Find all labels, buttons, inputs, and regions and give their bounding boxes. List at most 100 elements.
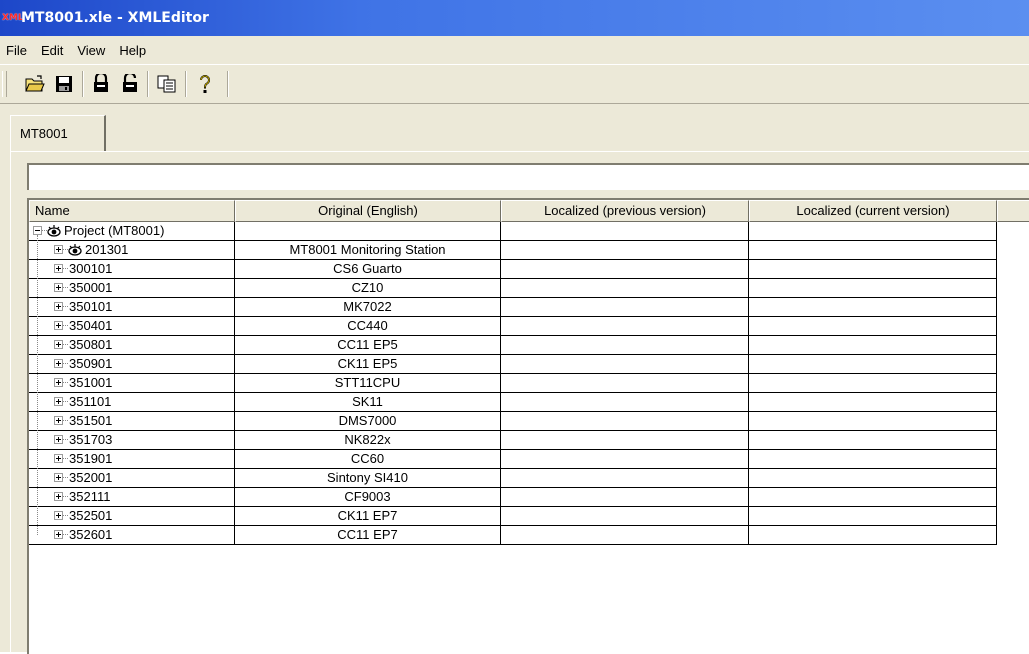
expand-toggle-icon[interactable] — [54, 264, 63, 273]
cell-localized-previous[interactable] — [501, 355, 749, 374]
menu-edit[interactable]: Edit — [34, 43, 70, 58]
cell-name: 351703 — [29, 431, 235, 450]
cell-localized-current[interactable] — [749, 488, 997, 507]
node-label: 351703 — [69, 432, 113, 447]
column-header-localized-previous[interactable]: Localized (previous version) — [501, 200, 749, 222]
column-header-name[interactable]: Name — [29, 200, 235, 222]
cell-original: CK11 EP5 — [235, 355, 501, 374]
export-button[interactable] — [118, 73, 142, 95]
tab-mt8001[interactable]: MT8001 — [10, 115, 106, 151]
expand-toggle-icon[interactable] — [54, 416, 63, 425]
cell-localized-previous[interactable] — [501, 298, 749, 317]
expand-toggle-icon[interactable] — [54, 492, 63, 501]
tree-root-row[interactable]: Project (MT8001) — [29, 222, 1029, 241]
cell-localized-previous[interactable] — [501, 393, 749, 412]
table-row[interactable]: 351703 NK822x — [29, 431, 1029, 450]
cell-localized-current[interactable] — [749, 393, 997, 412]
toolbar-grip[interactable] — [2, 71, 7, 97]
table-row[interactable]: 300101 CS6 Guarto — [29, 260, 1029, 279]
cell-localized-current[interactable] — [749, 469, 997, 488]
cell-localized-previous[interactable] — [501, 241, 749, 260]
cell-localized-previous[interactable] — [501, 317, 749, 336]
table-row[interactable]: 350401 CC440 — [29, 317, 1029, 336]
import-button[interactable] — [89, 73, 113, 95]
copy-button[interactable] — [155, 73, 179, 95]
collapse-toggle-icon[interactable] — [33, 226, 42, 235]
expand-toggle-icon[interactable] — [54, 302, 63, 311]
table-row[interactable]: 351001 STT11CPU — [29, 374, 1029, 393]
table-row[interactable]: 352601 CC11 EP7 — [29, 526, 1029, 545]
toolbar-separator — [227, 71, 229, 97]
column-header-original[interactable]: Original (English) — [235, 200, 501, 222]
table-row[interactable]: 350001 CZ10 — [29, 279, 1029, 298]
open-button[interactable] — [23, 73, 47, 95]
expand-toggle-icon[interactable] — [54, 435, 63, 444]
path-input[interactable] — [27, 163, 1029, 190]
help-button[interactable] — [193, 73, 217, 95]
cell-localized-current[interactable] — [749, 222, 997, 241]
expand-toggle-icon[interactable] — [54, 245, 63, 254]
table-row[interactable]: 201301 MT8001 Monitoring Station — [29, 241, 1029, 260]
grid-header: Name Original (English) Localized (previ… — [29, 200, 1029, 222]
tree-line — [63, 477, 68, 478]
cell-localized-current[interactable] — [749, 241, 997, 260]
table-row[interactable]: 352501 CK11 EP7 — [29, 507, 1029, 526]
expand-toggle-icon[interactable] — [54, 283, 63, 292]
tree-line — [63, 306, 68, 307]
tree-line — [63, 534, 68, 535]
table-row[interactable]: 351501 DMS7000 — [29, 412, 1029, 431]
cell-localized-previous[interactable] — [501, 412, 749, 431]
expand-toggle-icon[interactable] — [54, 454, 63, 463]
expand-toggle-icon[interactable] — [54, 530, 63, 539]
cell-localized-previous[interactable] — [501, 450, 749, 469]
cell-localized-current[interactable] — [749, 412, 997, 431]
open-folder-icon — [25, 75, 45, 92]
cell-localized-previous[interactable] — [501, 374, 749, 393]
menu-help[interactable]: Help — [112, 43, 153, 58]
cell-localized-current[interactable] — [749, 336, 997, 355]
expand-toggle-icon[interactable] — [54, 473, 63, 482]
cell-localized-previous[interactable] — [501, 222, 749, 241]
expand-toggle-icon[interactable] — [54, 340, 63, 349]
node-label: 300101 — [69, 261, 113, 276]
cell-localized-previous[interactable] — [501, 507, 749, 526]
cell-localized-previous[interactable] — [501, 469, 749, 488]
expand-toggle-icon[interactable] — [54, 397, 63, 406]
table-row[interactable]: 352111 CF9003 — [29, 488, 1029, 507]
cell-localized-previous[interactable] — [501, 260, 749, 279]
menu-view[interactable]: View — [70, 43, 112, 58]
cell-name: 350001 — [29, 279, 235, 298]
cell-localized-previous[interactable] — [501, 526, 749, 545]
column-header-localized-current[interactable]: Localized (current version) — [749, 200, 997, 222]
table-row[interactable]: 350901 CK11 EP5 — [29, 355, 1029, 374]
expand-toggle-icon[interactable] — [54, 378, 63, 387]
save-button[interactable] — [52, 73, 76, 95]
table-row[interactable]: 351101 SK11 — [29, 393, 1029, 412]
cell-localized-current[interactable] — [749, 355, 997, 374]
cell-localized-previous[interactable] — [501, 336, 749, 355]
expand-toggle-icon[interactable] — [54, 511, 63, 520]
cell-localized-current[interactable] — [749, 526, 997, 545]
table-row[interactable]: 352001 Sintony SI410 — [29, 469, 1029, 488]
cell-localized-current[interactable] — [749, 450, 997, 469]
table-row[interactable]: 350101 MK7022 — [29, 298, 1029, 317]
table-row[interactable]: 350801 CC11 EP5 — [29, 336, 1029, 355]
tree-grid[interactable]: Name Original (English) Localized (previ… — [27, 198, 1029, 654]
expand-toggle-icon[interactable] — [54, 321, 63, 330]
table-row[interactable]: 351901 CC60 — [29, 450, 1029, 469]
cell-localized-current[interactable] — [749, 431, 997, 450]
cell-localized-previous[interactable] — [501, 431, 749, 450]
cell-localized-current[interactable] — [749, 374, 997, 393]
cell-localized-current[interactable] — [749, 298, 997, 317]
cell-localized-current[interactable] — [749, 507, 997, 526]
cell-localized-previous[interactable] — [501, 488, 749, 507]
cell-localized-current[interactable] — [749, 317, 997, 336]
tree-line — [63, 325, 68, 326]
cell-localized-previous[interactable] — [501, 279, 749, 298]
expand-toggle-icon[interactable] — [54, 359, 63, 368]
title-bar[interactable]: XML MT8001.xle - XMLEditor — [0, 0, 1029, 36]
cell-localized-current[interactable] — [749, 279, 997, 298]
menu-file[interactable]: File — [0, 43, 34, 58]
cell-localized-current[interactable] — [749, 260, 997, 279]
tab-label: MT8001 — [20, 126, 68, 141]
